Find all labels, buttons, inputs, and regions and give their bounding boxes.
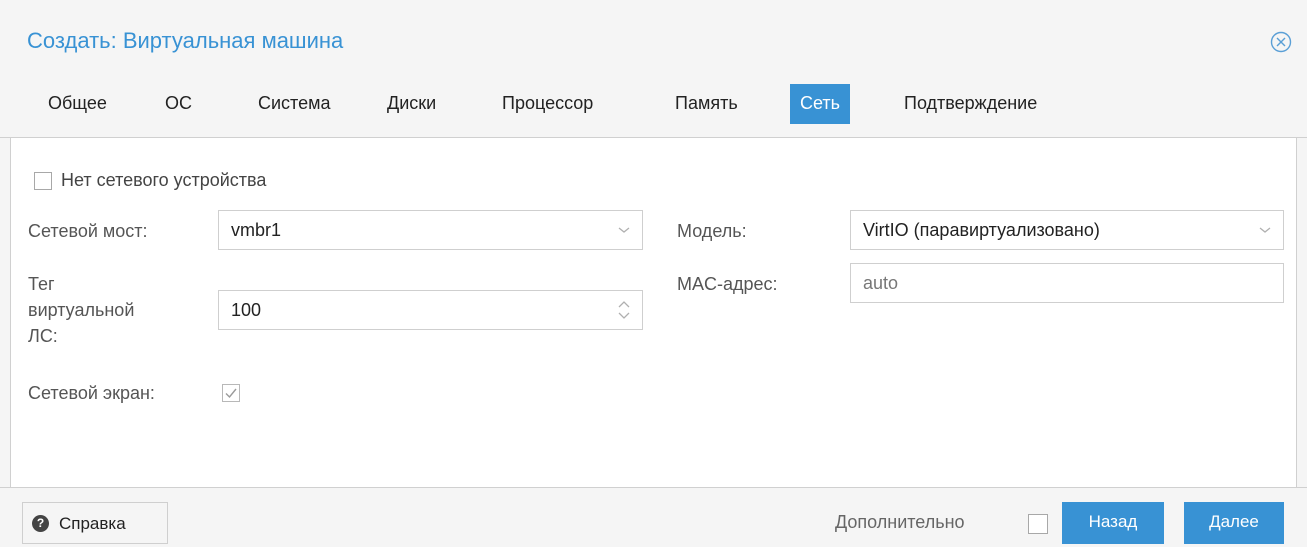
help-button[interactable]: ? Справка (22, 502, 168, 544)
help-button-label: Справка (59, 514, 126, 533)
vlan-tag-value: 100 (231, 300, 262, 320)
vlan-label-line3: ЛС: (28, 326, 58, 346)
checkmark-icon (225, 388, 237, 399)
tab-cpu[interactable]: Процессор (502, 84, 593, 124)
mac-placeholder: auto (863, 273, 899, 293)
close-icon[interactable] (1270, 31, 1292, 53)
chevron-down-icon[interactable] (1257, 222, 1273, 238)
tab-disks[interactable]: Диски (387, 84, 436, 124)
tab-general[interactable]: Общее (48, 84, 107, 124)
vlan-label-line1: Тег (28, 274, 55, 294)
back-button[interactable]: Назад (1062, 502, 1164, 544)
bridge-label: Сетевой мост: (28, 221, 148, 241)
dialog-header: Создать: Виртуальная машина Общее ОС Сис… (0, 0, 1307, 138)
tab-system[interactable]: Система (258, 84, 331, 124)
advanced-checkbox[interactable] (1028, 514, 1048, 534)
mac-label: MAC-адрес: (677, 274, 778, 294)
question-circle-icon: ? (32, 515, 49, 532)
firewall-label: Сетевой экран: (28, 383, 155, 403)
tab-memory[interactable]: Память (675, 84, 738, 124)
next-button[interactable]: Далее (1184, 502, 1284, 544)
firewall-checkbox[interactable] (222, 384, 240, 402)
vlan-tag-input[interactable]: 100 (218, 290, 643, 330)
dialog-footer: ? Справка Дополнительно Назад Далее (0, 487, 1307, 547)
create-vm-dialog: Создать: Виртуальная машина Общее ОС Сис… (0, 0, 1307, 547)
tab-os[interactable]: ОС (165, 84, 192, 124)
tab-confirm[interactable]: Подтверждение (904, 84, 1037, 124)
model-label: Модель: (677, 221, 747, 241)
no-network-label: Нет сетевого устройства (61, 170, 267, 190)
bridge-value: vmbr1 (231, 220, 282, 240)
model-value: VirtIO (паравиртуализовано) (863, 220, 1100, 240)
spinner-arrows-icon[interactable] (616, 299, 632, 321)
chevron-down-icon[interactable] (616, 222, 632, 238)
dialog-title: Создать: Виртуальная машина (27, 28, 344, 53)
mac-address-input[interactable]: auto (850, 263, 1284, 303)
no-network-checkbox[interactable] (34, 172, 52, 190)
model-select[interactable]: VirtIO (паравиртуализовано) (850, 210, 1284, 250)
tab-network[interactable]: Сеть (790, 84, 851, 124)
bridge-select[interactable]: vmbr1 (218, 210, 643, 250)
advanced-label: Дополнительно (835, 512, 965, 532)
network-form-panel: Нет сетевого устройства Сетевой мост: vm… (10, 138, 1297, 487)
vlan-label-line2: виртуальной (28, 300, 135, 320)
